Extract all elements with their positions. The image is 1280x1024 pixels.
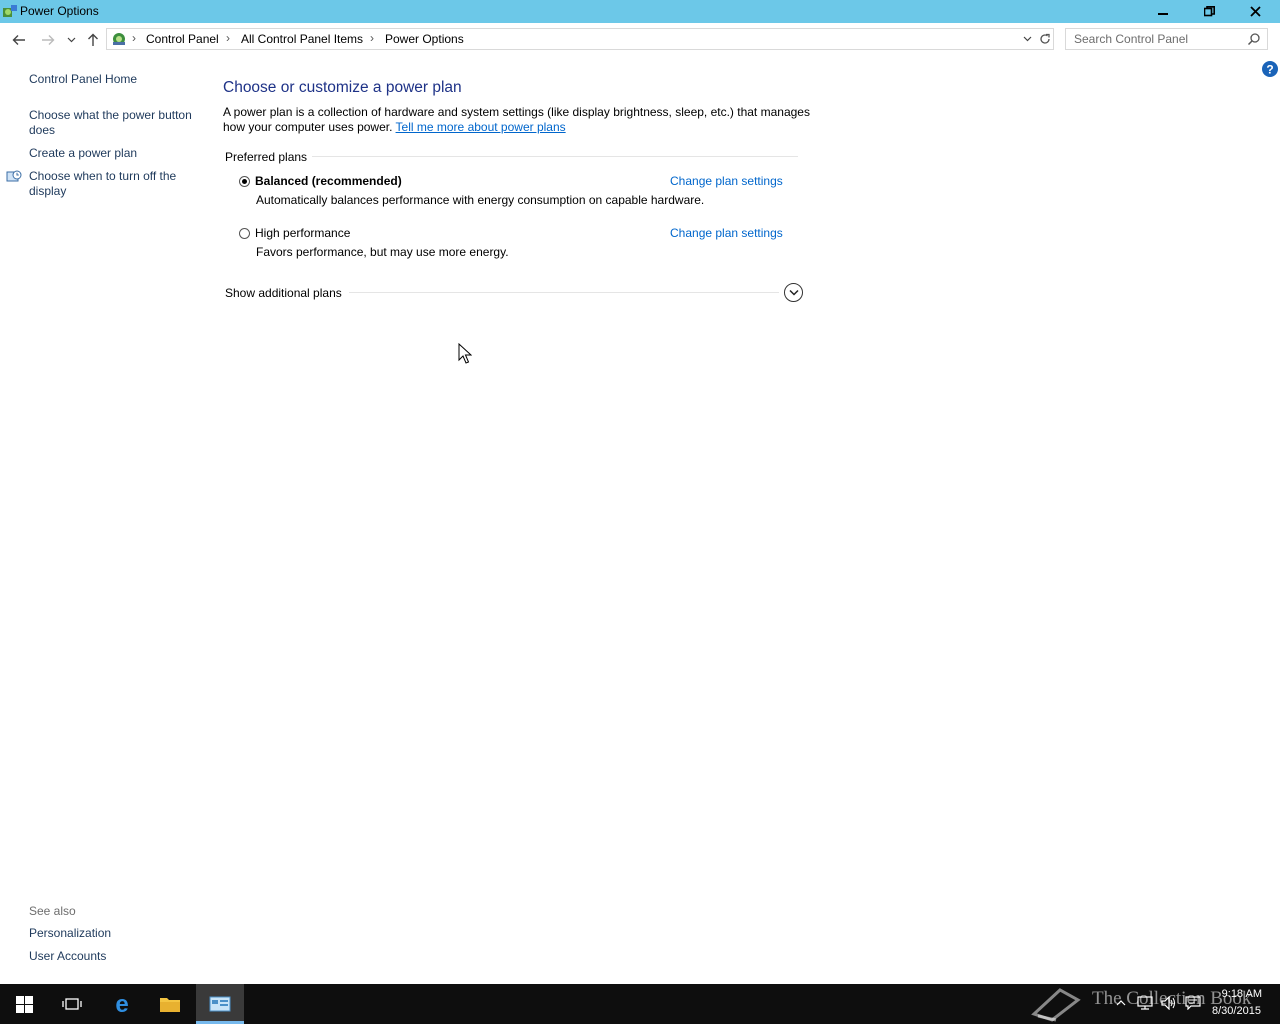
restore-icon xyxy=(1203,6,1215,17)
expand-additional-plans-button[interactable] xyxy=(784,283,803,302)
windows-logo-icon xyxy=(15,995,33,1013)
high-performance-plan-radio[interactable] xyxy=(239,228,250,239)
help-icon[interactable]: ? xyxy=(1261,60,1279,78)
breadcrumb-separator: › xyxy=(132,31,136,45)
search-icon[interactable] xyxy=(1247,32,1261,46)
page-description: A power plan is a collection of hardware… xyxy=(223,105,813,135)
up-button[interactable] xyxy=(82,30,104,50)
address-bar[interactable]: › Control Panel › All Control Panel Item… xyxy=(106,28,1054,50)
power-options-icon xyxy=(3,5,17,17)
network-icon xyxy=(1137,996,1153,1010)
create-power-plan-link[interactable]: Create a power plan xyxy=(29,146,199,161)
power-button-link[interactable]: Choose what the power button does xyxy=(29,108,199,138)
show-hidden-icons-button[interactable] xyxy=(1112,994,1130,1012)
control-panel-taskbar-button[interactable] xyxy=(196,984,244,1024)
breadcrumb-separator: › xyxy=(226,31,230,45)
preferred-plans-label: Preferred plans xyxy=(225,150,308,164)
breadcrumb-power-options[interactable]: Power Options xyxy=(385,32,464,46)
show-additional-plans-label: Show additional plans xyxy=(225,286,342,300)
control-panel-icon xyxy=(113,33,125,45)
svg-text:e: e xyxy=(115,993,128,1015)
message-icon xyxy=(1185,996,1201,1010)
forward-button[interactable] xyxy=(37,30,59,50)
balanced-change-settings-link[interactable]: Change plan settings xyxy=(670,174,783,188)
close-button[interactable] xyxy=(1232,0,1278,23)
breadcrumb-separator: › xyxy=(370,31,374,45)
radio-selected-dot xyxy=(242,179,247,184)
personalization-link[interactable]: Personalization xyxy=(29,926,199,941)
edge-browser-icon: e xyxy=(115,993,128,1015)
start-button[interactable] xyxy=(0,984,48,1024)
high-performance-change-settings-link[interactable]: Change plan settings xyxy=(670,226,783,240)
svg-text:?: ? xyxy=(1266,62,1273,76)
up-arrow-icon xyxy=(88,33,98,46)
user-accounts-link[interactable]: User Accounts xyxy=(29,949,199,964)
search-input[interactable] xyxy=(1074,32,1239,46)
task-view-button[interactable] xyxy=(48,984,96,1024)
network-tray-icon[interactable] xyxy=(1136,994,1154,1012)
folder-icon xyxy=(160,998,180,1012)
chevron-down-icon xyxy=(788,289,799,296)
high-performance-plan-name[interactable]: High performance xyxy=(255,226,350,240)
restore-button[interactable] xyxy=(1186,0,1232,23)
section-divider xyxy=(349,292,779,293)
balanced-plan-name[interactable]: Balanced (recommended) xyxy=(255,174,402,188)
display-timer-icon xyxy=(6,170,22,182)
back-arrow-icon xyxy=(12,35,25,45)
breadcrumb-control-panel[interactable]: Control Panel xyxy=(146,32,219,46)
task-view-icon xyxy=(62,998,82,1010)
window-title: Power Options xyxy=(20,4,99,18)
refresh-button[interactable] xyxy=(1037,31,1053,47)
forward-arrow-icon xyxy=(42,35,55,45)
chevron-down-icon xyxy=(1023,36,1031,42)
volume-tray-icon[interactable] xyxy=(1160,994,1178,1012)
address-history-button[interactable] xyxy=(1019,31,1035,47)
chevron-down-icon xyxy=(67,37,75,43)
book-watermark-icon xyxy=(1031,988,1081,1022)
mouse-cursor-icon xyxy=(458,343,472,364)
turn-off-display-link[interactable]: Choose when to turn off the display xyxy=(29,169,189,199)
title-bar xyxy=(0,0,1280,23)
breadcrumb-all-items[interactable]: All Control Panel Items xyxy=(241,32,363,46)
balanced-plan-description: Automatically balances performance with … xyxy=(256,193,705,207)
clock-date[interactable]: 8/30/2015 xyxy=(1212,1005,1261,1017)
minimize-icon xyxy=(1158,12,1168,15)
minimize-button[interactable] xyxy=(1140,0,1186,23)
control-panel-home-link[interactable]: Control Panel Home xyxy=(29,72,199,87)
close-icon xyxy=(1249,6,1261,17)
recent-locations-button[interactable] xyxy=(61,30,81,50)
action-center-tray-icon[interactable] xyxy=(1184,994,1202,1012)
learn-more-link[interactable]: Tell me more about power plans xyxy=(396,120,566,134)
chevron-up-icon xyxy=(1116,1000,1126,1006)
file-explorer-taskbar-button[interactable] xyxy=(146,984,194,1024)
control-panel-app-icon xyxy=(209,996,231,1012)
back-button[interactable] xyxy=(8,30,30,50)
speaker-icon xyxy=(1161,996,1176,1010)
refresh-icon xyxy=(1040,33,1050,44)
section-divider xyxy=(312,156,798,157)
search-box[interactable] xyxy=(1065,28,1268,50)
balanced-plan-radio[interactable] xyxy=(239,176,250,187)
see-also-label: See also xyxy=(29,904,76,918)
clock-time[interactable]: 9:18 AM xyxy=(1216,988,1262,1000)
edge-taskbar-button[interactable]: e xyxy=(98,984,146,1024)
high-performance-plan-description: Favors performance, but may use more ene… xyxy=(256,245,509,259)
page-title: Choose or customize a power plan xyxy=(223,79,462,96)
